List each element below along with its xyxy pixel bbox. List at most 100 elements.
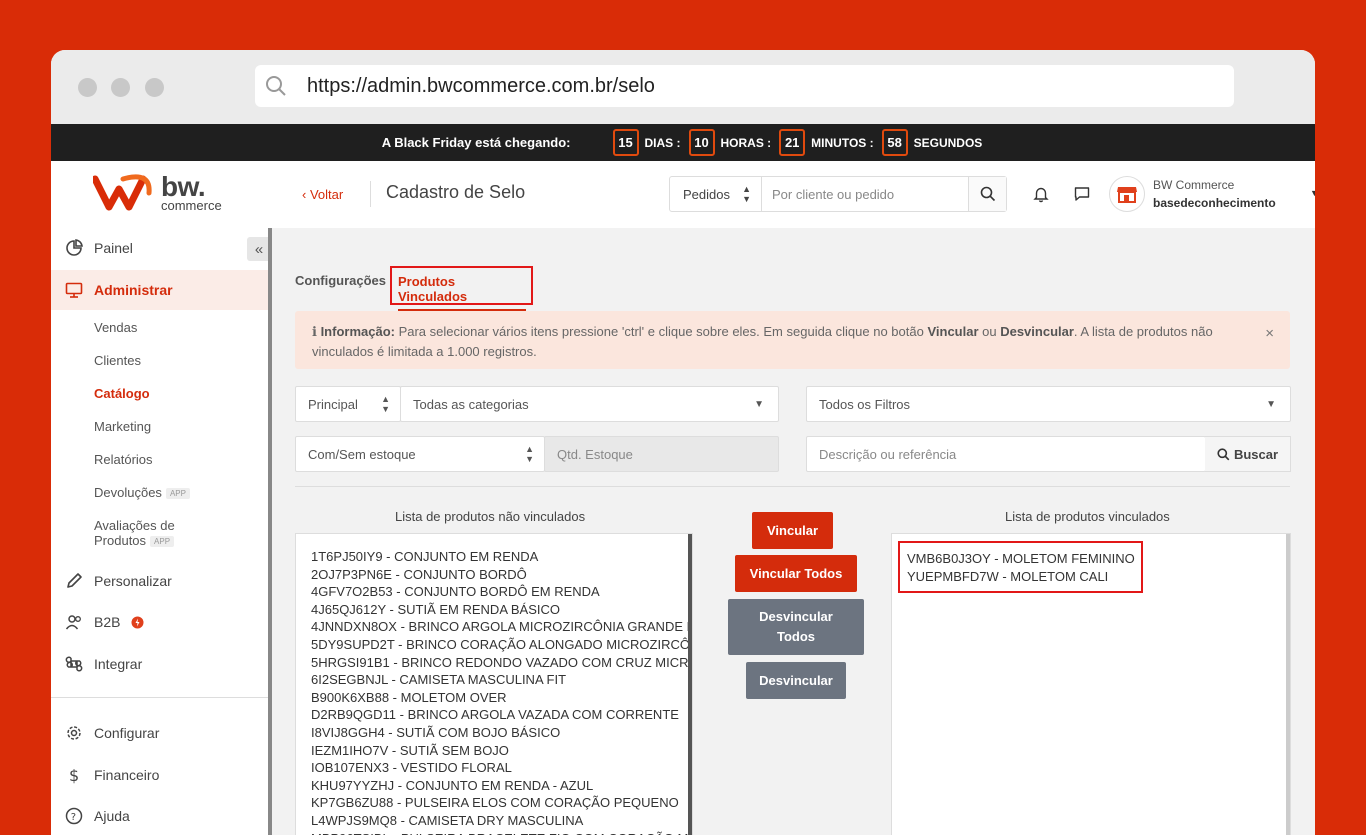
chat-icon[interactable] xyxy=(1073,185,1091,203)
bell-icon[interactable] xyxy=(1032,185,1050,203)
list-item[interactable]: 2OJ7P3PN6E - CONJUNTO BORDÔ xyxy=(311,566,692,584)
chevron-left-icon: ‹ xyxy=(302,187,310,202)
list-item[interactable]: 6I2SEGBNJL - CAMISETA MASCULINA FIT xyxy=(311,671,692,689)
close-icon[interactable]: × xyxy=(1265,324,1274,344)
sidebar-item-financeiro[interactable]: $ Financeiro xyxy=(51,755,268,795)
brand-logo[interactable]: bw. commerce xyxy=(93,173,222,213)
list-item[interactable]: I8VIJ8GGH4 - SUTIÃ COM BOJO BÁSICO xyxy=(311,724,692,742)
sidebar-item-label: Financeiro xyxy=(94,767,160,783)
sidebar-item-label: Administrar xyxy=(94,282,173,298)
filters-select[interactable]: Todos os Filtros ▼ xyxy=(806,386,1291,422)
stock-qty-input[interactable]: Qtd. Estoque xyxy=(544,436,779,472)
list-item[interactable]: KP7GB6ZU88 - PULSEIRA ELOS COM CORAÇÃO P… xyxy=(311,794,692,812)
linked-products-list[interactable]: VMB6B0J3OY - MOLETOM FEMININO YUEPMBFD7W … xyxy=(891,533,1291,835)
sidebar-subitem-vendas[interactable]: Vendas xyxy=(94,320,137,335)
badge-icon xyxy=(131,616,144,628)
caret-down-icon[interactable]: ▼ xyxy=(1310,188,1315,198)
sidebar-item-administrar[interactable]: Administrar xyxy=(51,270,268,310)
sidebar-item-configurar[interactable]: Configurar xyxy=(51,713,268,753)
info-label: Informação: xyxy=(320,324,395,339)
countdown-bar: A Black Friday está chegando: 15 DIAS : … xyxy=(51,124,1315,161)
list-item[interactable]: 1T6PJ50IY9 - CONJUNTO EM RENDA xyxy=(311,548,692,566)
vincular-button[interactable]: Vincular xyxy=(752,512,833,549)
sidebar-subitem-avaliacoes[interactable]: Avaliações de Produtos APP xyxy=(94,518,175,548)
tab-configuracoes[interactable]: Configurações xyxy=(295,273,386,288)
description-search-input[interactable]: Descrição ou referência xyxy=(806,436,1206,472)
sidebar-subitem-label: Avaliações de xyxy=(94,518,175,533)
monitor-icon xyxy=(65,282,83,298)
list-scrollbar[interactable] xyxy=(1286,534,1290,835)
sidebar-item-b2b[interactable]: B2B xyxy=(51,602,268,642)
buscar-button[interactable]: Buscar xyxy=(1205,436,1291,472)
tab-produtos-vinculados[interactable]: Produtos Vinculados xyxy=(390,266,533,311)
stock-select[interactable]: Com/Sem estoque ▲ ▼ xyxy=(295,436,545,472)
order-search-button[interactable] xyxy=(968,177,1006,211)
avatar[interactable] xyxy=(1109,176,1145,212)
unlinked-products-list[interactable]: 1T6PJ50IY9 - CONJUNTO EM RENDA 2OJ7P3PN6E… xyxy=(295,533,693,835)
address-bar[interactable]: https://admin.bwcommerce.com.br/selo xyxy=(255,65,1234,107)
sidebar-item-integrar[interactable]: Integrar xyxy=(51,644,268,684)
info-text: Para selecionar vários itens pressione '… xyxy=(394,324,928,339)
section-divider xyxy=(295,486,1290,487)
store-icon xyxy=(1117,187,1137,203)
list-item[interactable]: L4WPJS9MQ8 - CAMISETA DRY MASCULINA xyxy=(311,812,692,830)
desvincular-todos-button[interactable]: Desvincular Todos xyxy=(728,599,864,655)
sidebar-subitem-devolucoes[interactable]: Devoluções APP xyxy=(94,485,190,500)
sort-arrows-icon: ▲ ▼ xyxy=(525,444,534,464)
svg-text:$: $ xyxy=(69,766,79,784)
countdown-days-label: DIAS : xyxy=(644,135,681,150)
sidebar-item-personalizar[interactable]: Personalizar xyxy=(51,561,268,601)
sidebar-subitem-marketing[interactable]: Marketing xyxy=(94,419,151,434)
browser-chrome: https://admin.bwcommerce.com.br/selo xyxy=(51,50,1315,124)
list-item[interactable]: 5HRGSI91B1 - BRINCO REDONDO VAZADO COM C… xyxy=(311,654,692,672)
list-scrollbar[interactable] xyxy=(688,534,692,835)
filters-value: Todos os Filtros xyxy=(819,396,911,412)
category-select[interactable]: Todas as categorias ▼ xyxy=(400,386,779,422)
topbar-divider xyxy=(370,181,371,207)
desvincular-button[interactable]: Desvincular xyxy=(746,662,846,699)
sidebar-subitem-label: Devoluções xyxy=(94,485,162,500)
list-item[interactable]: 4GFV7O2B53 - CONJUNTO BORDÔ EM RENDA xyxy=(311,583,692,601)
user-name[interactable]: basedeconhecimento xyxy=(1153,196,1276,210)
unlinked-rows: 1T6PJ50IY9 - CONJUNTO EM RENDA 2OJ7P3PN6E… xyxy=(296,534,692,835)
list-item[interactable]: IEZM1IHO7V - SUTIÃ SEM BOJO xyxy=(311,742,692,760)
sidebar-item-label: Ajuda xyxy=(94,808,130,824)
countdown-hours: 10 xyxy=(688,129,715,156)
help-icon: ? xyxy=(65,807,83,825)
app-tag: APP xyxy=(165,488,190,500)
window-dot-minimize[interactable] xyxy=(111,78,130,97)
back-label: Voltar xyxy=(309,187,344,202)
sidebar-subitem-clientes[interactable]: Clientes xyxy=(94,353,141,368)
window-dot-maximize[interactable] xyxy=(145,78,164,97)
tab-label: Produtos Vinculados xyxy=(398,274,526,311)
countdown-minutes-label: MINUTOS : xyxy=(811,135,874,150)
list-item[interactable]: MBP96TSIBL - PULSEIRA BRACELETE FIO COM … xyxy=(311,830,692,835)
page-title: Cadastro de Selo xyxy=(386,182,526,202)
linked-list-title: Lista de produtos vinculados xyxy=(1005,509,1170,524)
list-item[interactable]: IOB107ENX3 - VESTIDO FLORAL xyxy=(311,759,692,777)
sidebar-subitem-catalogo[interactable]: Catálogo xyxy=(94,386,150,401)
list-item[interactable]: 5DY9SUPD2T - BRINCO CORAÇÃO ALONGADO MIC… xyxy=(311,636,692,654)
order-search-input[interactable]: Por cliente ou pedido xyxy=(762,177,968,211)
list-item[interactable]: D2RB9QGD11 - BRINCO ARGOLA VAZADA COM CO… xyxy=(311,706,692,724)
list-item[interactable]: 4JNNDXN8OX - BRINCO ARGOLA MICROZIRCÔNIA… xyxy=(311,618,692,636)
vincular-todos-button[interactable]: Vincular Todos xyxy=(735,555,857,592)
countdown-minutes: 21 xyxy=(779,129,806,156)
list-item[interactable]: B900K6XB88 - MOLETOM OVER xyxy=(311,689,692,707)
sidebar-subitem-relatorios[interactable]: Relatórios xyxy=(94,452,153,467)
list-item[interactable]: KHU97YYZHJ - CONJUNTO EM RENDA - AZUL xyxy=(311,777,692,795)
logo-mark-icon xyxy=(93,174,152,211)
countdown-seconds-label: SEGUNDOS xyxy=(913,135,983,150)
list-item[interactable]: 4J65QJ612Y - SUTIÃ EM RENDA BÁSICO xyxy=(311,601,692,619)
gear-icon xyxy=(67,726,81,740)
sidebar-item-ajuda[interactable]: ? Ajuda xyxy=(51,796,268,835)
info-alert: ℹ Informação: Para selecionar vários ite… xyxy=(295,311,1290,369)
search-type-select[interactable]: Pedidos ▲ ▼ xyxy=(670,177,762,211)
info-desvincular: Desvincular xyxy=(1000,324,1074,339)
back-link[interactable]: ‹ Voltar xyxy=(302,187,343,202)
sidebar-item-painel[interactable]: Painel xyxy=(51,228,268,268)
main-content: Configurações Produtos Vinculados ℹ Info… xyxy=(272,228,1315,835)
window-dot-close[interactable] xyxy=(78,78,97,97)
principal-select[interactable]: Principal ▲ ▼ xyxy=(295,386,401,422)
search-icon xyxy=(980,186,995,202)
